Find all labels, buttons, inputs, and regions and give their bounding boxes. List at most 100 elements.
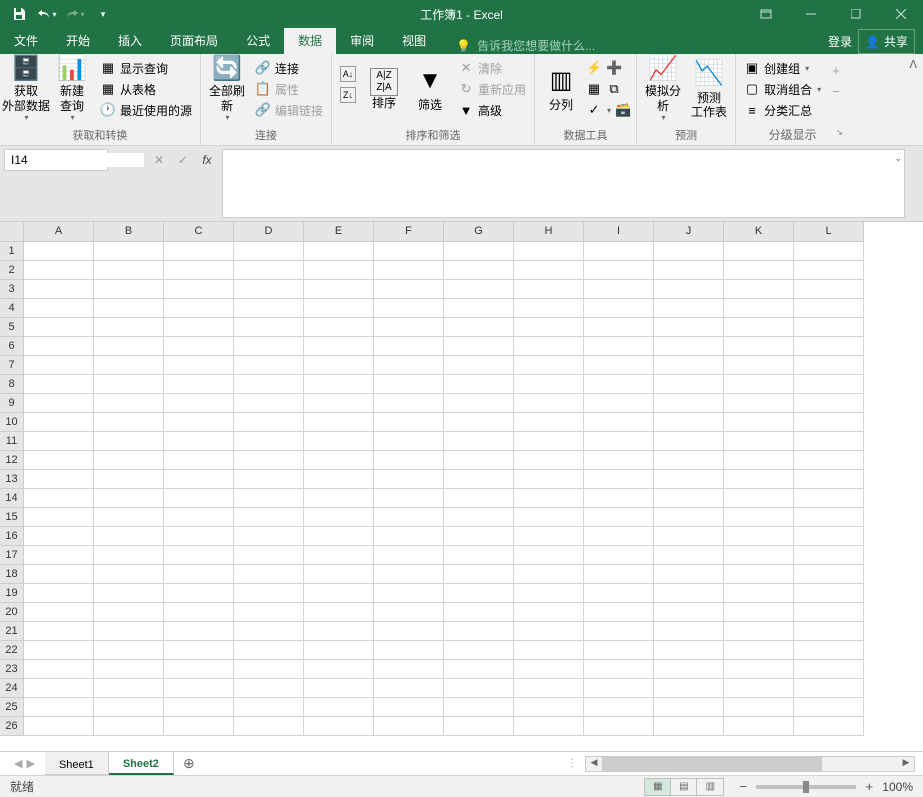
cell[interactable] [444, 698, 514, 717]
cell[interactable] [94, 660, 164, 679]
cell[interactable] [304, 546, 374, 565]
cell[interactable] [724, 584, 794, 603]
cell[interactable] [374, 451, 444, 470]
cell[interactable] [374, 603, 444, 622]
cell[interactable] [794, 698, 864, 717]
cell[interactable] [304, 698, 374, 717]
cell[interactable] [374, 394, 444, 413]
cell[interactable] [94, 280, 164, 299]
cell[interactable] [444, 660, 514, 679]
cell[interactable] [654, 489, 724, 508]
cell[interactable] [794, 470, 864, 489]
sort-desc-button[interactable]: Z↓ [336, 85, 360, 105]
cell[interactable] [794, 489, 864, 508]
cell[interactable] [444, 508, 514, 527]
cell[interactable] [514, 717, 584, 736]
relationships-button[interactable]: ⧉ [605, 79, 623, 99]
cell[interactable] [724, 280, 794, 299]
cell[interactable] [94, 242, 164, 261]
cell[interactable] [724, 489, 794, 508]
cell[interactable] [94, 565, 164, 584]
cell[interactable] [234, 527, 304, 546]
cell[interactable] [94, 698, 164, 717]
cell[interactable] [584, 451, 654, 470]
cell[interactable] [304, 375, 374, 394]
cell[interactable] [794, 337, 864, 356]
zoom-out-button[interactable]: − [736, 779, 750, 794]
cell[interactable] [24, 318, 94, 337]
cell[interactable] [514, 489, 584, 508]
cell[interactable] [304, 451, 374, 470]
row-header[interactable]: 2 [0, 261, 24, 280]
cell[interactable] [654, 660, 724, 679]
cell[interactable] [304, 413, 374, 432]
show-queries-button[interactable]: ▦显示查询 [96, 58, 196, 78]
tab-view[interactable]: 视图 [388, 27, 440, 54]
cell[interactable] [94, 584, 164, 603]
cell[interactable] [234, 337, 304, 356]
cell[interactable] [444, 318, 514, 337]
cell[interactable] [24, 622, 94, 641]
cell[interactable] [374, 356, 444, 375]
cell[interactable] [654, 451, 724, 470]
advanced-filter-button[interactable]: ▼高级 [454, 100, 530, 120]
cell[interactable] [514, 394, 584, 413]
cell[interactable] [304, 356, 374, 375]
cell[interactable] [514, 375, 584, 394]
formula-input[interactable] [223, 150, 904, 168]
cell[interactable] [794, 622, 864, 641]
cell[interactable] [794, 375, 864, 394]
cell[interactable] [24, 679, 94, 698]
column-header[interactable]: C [164, 222, 234, 242]
cell[interactable] [794, 660, 864, 679]
manage-data-model-button[interactable]: 🗃️ [614, 100, 632, 120]
cell[interactable] [584, 527, 654, 546]
cell[interactable] [584, 508, 654, 527]
cell[interactable] [234, 679, 304, 698]
cell[interactable] [724, 622, 794, 641]
cell[interactable] [724, 375, 794, 394]
cell[interactable] [654, 698, 724, 717]
cell[interactable] [794, 584, 864, 603]
cell[interactable] [234, 394, 304, 413]
cell[interactable] [724, 717, 794, 736]
cell[interactable] [24, 280, 94, 299]
cell[interactable] [514, 508, 584, 527]
cell[interactable] [514, 337, 584, 356]
dialog-launcher[interactable]: ↘ [836, 127, 844, 138]
cell[interactable] [164, 508, 234, 527]
cell[interactable] [584, 261, 654, 280]
new-query-button[interactable]: 📊新建 查询▾ [50, 56, 94, 122]
cell[interactable] [584, 641, 654, 660]
cell[interactable] [164, 242, 234, 261]
cell[interactable] [514, 242, 584, 261]
insert-function-button[interactable]: fx [196, 149, 218, 171]
row-header[interactable]: 16 [0, 527, 24, 546]
cell[interactable] [654, 394, 724, 413]
cell[interactable] [724, 565, 794, 584]
cell[interactable] [304, 717, 374, 736]
cell[interactable] [724, 698, 794, 717]
cell[interactable] [304, 280, 374, 299]
cell[interactable] [724, 432, 794, 451]
cell[interactable] [304, 508, 374, 527]
cell[interactable] [794, 318, 864, 337]
cell[interactable] [304, 641, 374, 660]
cell[interactable] [164, 622, 234, 641]
cell[interactable] [794, 565, 864, 584]
row-header[interactable]: 9 [0, 394, 24, 413]
cell[interactable] [374, 489, 444, 508]
sort-asc-button[interactable]: A↓ [336, 64, 360, 84]
cell[interactable] [514, 280, 584, 299]
cell[interactable] [374, 584, 444, 603]
row-header[interactable]: 17 [0, 546, 24, 565]
get-external-data-button[interactable]: 🗄️获取 外部数据▾ [4, 56, 48, 122]
cell[interactable] [444, 451, 514, 470]
cell[interactable] [584, 299, 654, 318]
cell[interactable] [374, 375, 444, 394]
row-header[interactable]: 22 [0, 641, 24, 660]
cell[interactable] [444, 432, 514, 451]
close-button[interactable] [878, 0, 923, 28]
cell[interactable] [444, 527, 514, 546]
cell[interactable] [164, 527, 234, 546]
